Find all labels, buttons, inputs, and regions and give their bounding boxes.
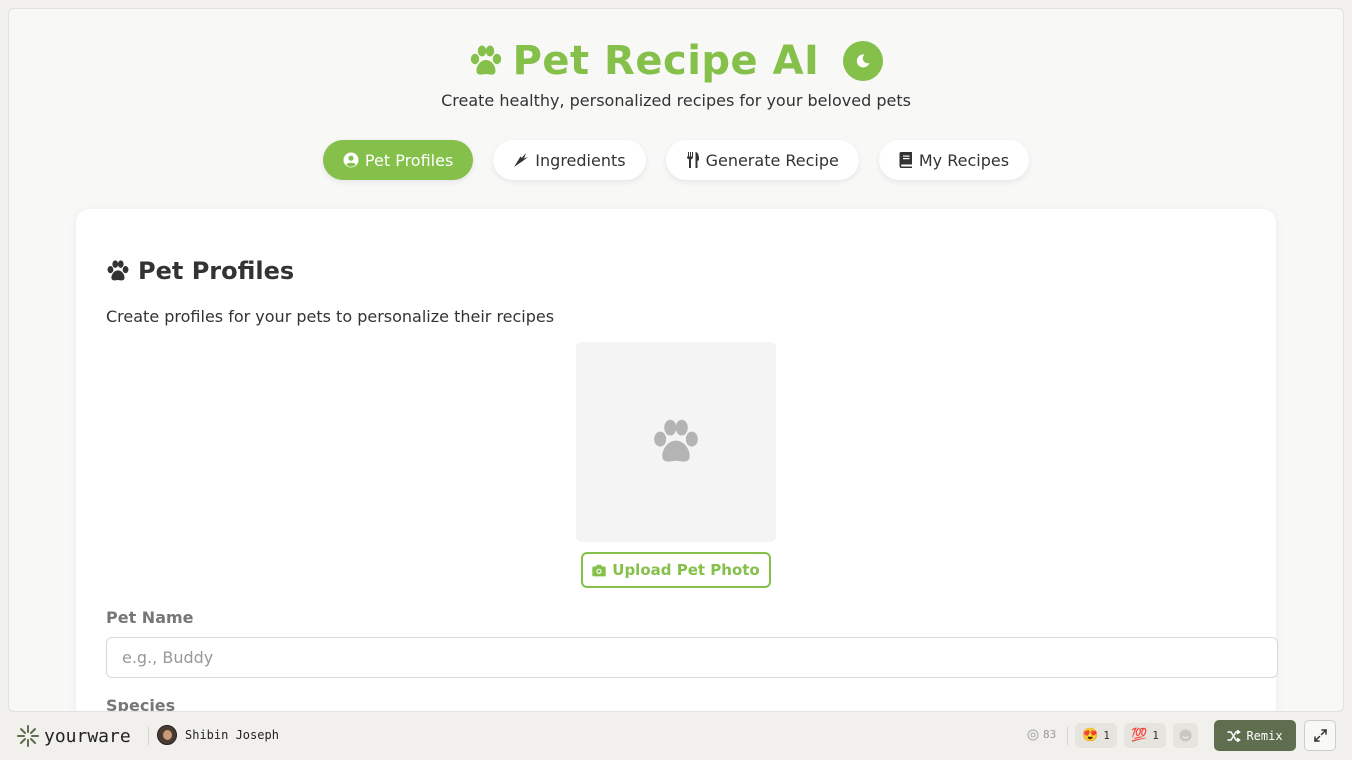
remix-label: Remix (1246, 728, 1283, 743)
add-reaction-button[interactable] (1173, 723, 1198, 748)
paw-icon (654, 419, 698, 462)
view-count: 83 (1027, 728, 1056, 741)
view-count-value: 83 (1043, 728, 1057, 741)
paw-icon (107, 260, 129, 281)
fullscreen-button[interactable] (1304, 720, 1336, 751)
expand-icon (1313, 729, 1327, 742)
app-title: Pet Recipe AI (512, 38, 820, 84)
shuffle-icon (1227, 729, 1242, 742)
upload-label: Upload Pet Photo (612, 561, 760, 579)
panel-description: Create profiles for your pets to persona… (106, 307, 555, 326)
tab-label: My Recipes (918, 150, 1010, 170)
app-frame: Pet Recipe AI Create healthy, personaliz… (8, 8, 1344, 712)
panel-title: Pet Profiles (106, 257, 294, 285)
brand-link[interactable]: yourware (16, 724, 131, 748)
reaction-count: 1 (1103, 729, 1110, 742)
panel-title-text: Pet Profiles (138, 257, 295, 285)
tab-label: Pet Profiles (364, 150, 454, 170)
pet-photo-placeholder[interactable] (576, 342, 776, 542)
species-label: Species (106, 696, 176, 712)
tab-generate-recipe[interactable]: Generate Recipe (665, 140, 859, 180)
tab-label: Generate Recipe (705, 150, 839, 170)
upload-pet-photo-button[interactable]: Upload Pet Photo (581, 552, 771, 588)
reaction-hundred-button[interactable]: 💯 1 (1124, 723, 1166, 748)
tab-pet-profiles[interactable]: Pet Profiles (322, 140, 474, 180)
moon-icon (857, 54, 870, 68)
reaction-heart-eyes-button[interactable]: 😍 1 (1075, 723, 1117, 748)
pet-name-label: Pet Name (106, 608, 194, 627)
yourware-logo-icon (17, 725, 39, 747)
camera-icon (592, 564, 606, 576)
reaction-count: 1 (1152, 729, 1159, 742)
pet-name-input[interactable] (106, 637, 1278, 678)
brand-name: yourware (44, 725, 131, 747)
avatar (157, 725, 177, 745)
author-link[interactable]: Shibin Joseph (157, 725, 279, 745)
smiley-icon (1179, 729, 1192, 742)
remix-button[interactable]: Remix (1214, 720, 1296, 751)
footer-bar: yourware Shibin Joseph 83 😍 1 💯 1 Remix (0, 712, 1352, 760)
pet-profiles-panel: Pet Profiles Create profiles for your pe… (76, 209, 1278, 712)
eye-icon (1027, 729, 1039, 740)
divider (148, 727, 149, 745)
tab-label: Ingredients (535, 150, 626, 170)
utensils-icon (686, 152, 699, 168)
book-icon (899, 152, 912, 168)
hundred-icon: 💯 (1131, 728, 1148, 743)
carrot-icon (514, 153, 529, 167)
paw-icon (470, 45, 501, 75)
header: Pet Recipe AI (9, 31, 1343, 91)
tab-bar: Pet Profiles Ingredients Generate Recipe… (9, 140, 1343, 180)
author-name: Shibin Joseph (185, 728, 279, 742)
app-subtitle: Create healthy, personalized recipes for… (441, 91, 911, 110)
divider (1067, 727, 1068, 745)
heart-eyes-icon: 😍 (1082, 728, 1099, 743)
tab-my-recipes[interactable]: My Recipes (878, 140, 1030, 180)
tab-ingredients[interactable]: Ingredients (493, 140, 646, 180)
user-circle-icon (343, 152, 359, 168)
dark-mode-toggle[interactable] (843, 41, 884, 81)
